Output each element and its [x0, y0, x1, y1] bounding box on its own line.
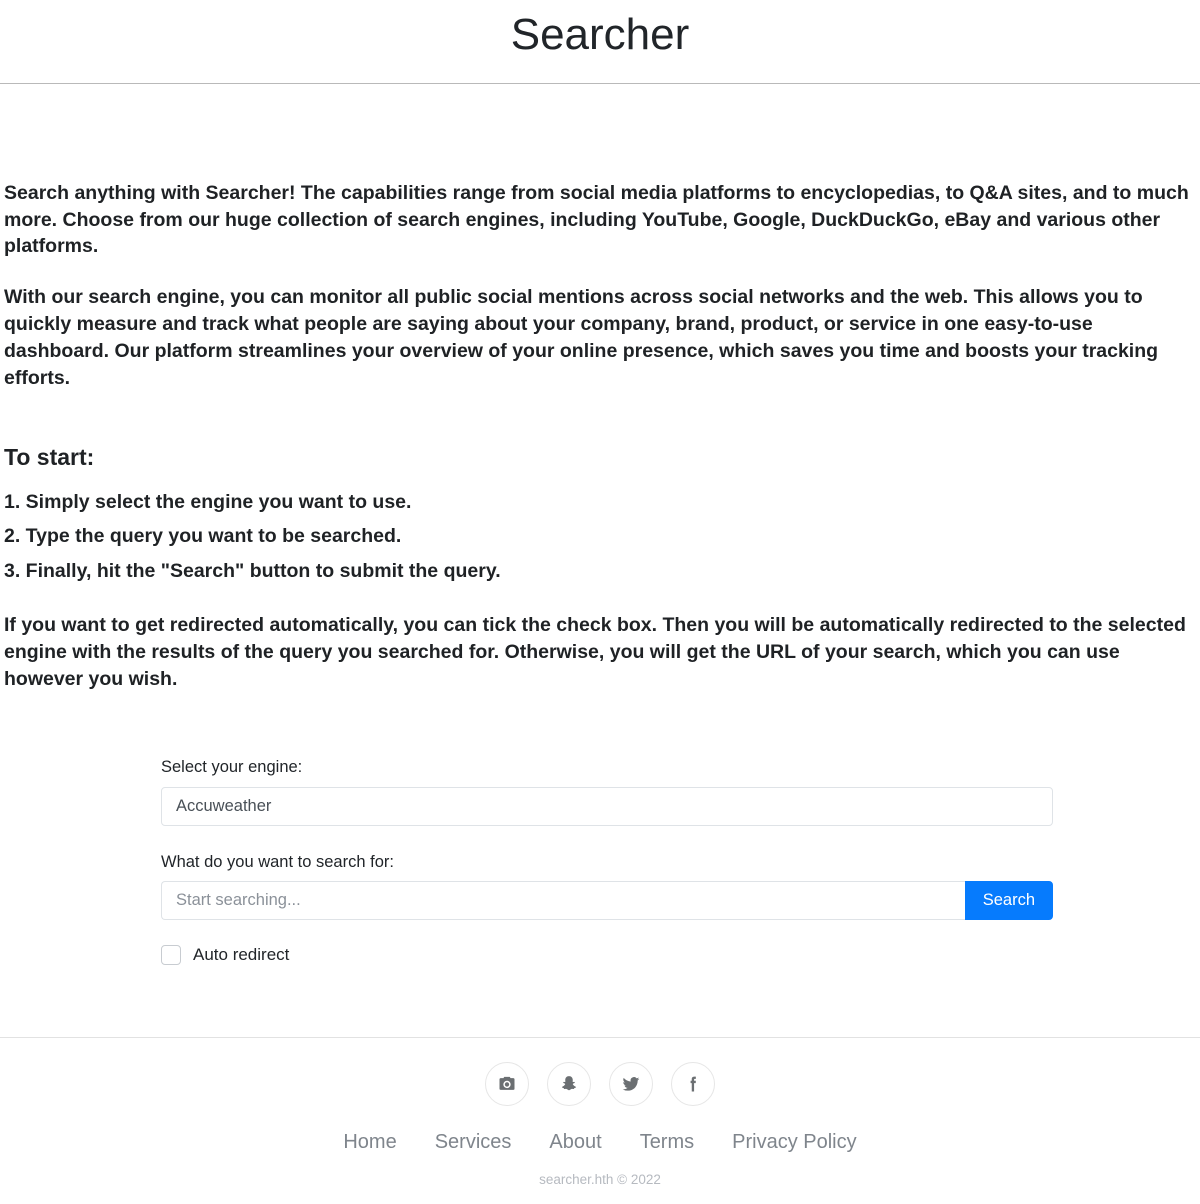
intro-paragraph-2: With our search engine, you can monitor …	[4, 286, 1159, 390]
search-button[interactable]: Search	[964, 880, 1053, 920]
intro-paragraph-1: Search anything with Searcher! The capab…	[4, 181, 1189, 258]
instructions-steps: 1. Simply select the engine you want to …	[4, 490, 1196, 585]
list-item: 1. Simply select the engine you want to …	[4, 490, 412, 513]
auto-redirect-row: Auto redirect	[161, 944, 1053, 966]
instructions-note: If you want to get redirected automatica…	[4, 614, 1186, 691]
instructions-heading: To start:	[4, 443, 95, 470]
page-footer: Home Services About Terms Privacy Policy…	[0, 1037, 1200, 1188]
footer-divider	[0, 1037, 1200, 1039]
search-input[interactable]	[161, 880, 965, 920]
footer-link-home[interactable]: Home	[343, 1130, 396, 1154]
query-input-row: Search	[161, 880, 1053, 920]
search-form: Select your engine: Accuweather What do …	[161, 757, 1053, 966]
instructions-section: To start: 1. Simply select the engine yo…	[4, 444, 1196, 693]
intro-section: Search anything with Searcher! The capab…	[4, 180, 1196, 392]
engine-select[interactable]: Accuweather	[161, 786, 1053, 826]
snapchat-icon[interactable]	[547, 1062, 591, 1107]
twitter-icon[interactable]	[609, 1062, 653, 1107]
query-input-label: What do you want to search for:	[161, 852, 394, 871]
footer-link-privacy-policy[interactable]: Privacy Policy	[732, 1130, 856, 1154]
list-item: 2. Type the query you want to be searche…	[4, 525, 402, 548]
instagram-icon[interactable]	[485, 1062, 529, 1107]
list-item: 3. Finally, hit the "Search" button to s…	[4, 560, 501, 583]
page-title: Searcher	[510, 10, 690, 59]
facebook-icon[interactable]	[671, 1062, 715, 1107]
copyright-text: searcher.hth © 2022	[539, 1172, 661, 1188]
footer-nav: Home Services About Terms Privacy Policy	[0, 1130, 1200, 1154]
header-divider	[0, 82, 1200, 84]
footer-link-services[interactable]: Services	[435, 1130, 512, 1154]
main-content: Search anything with Searcher! The capab…	[0, 180, 1200, 966]
auto-redirect-checkbox[interactable]	[161, 945, 181, 966]
footer-link-terms[interactable]: Terms	[640, 1130, 694, 1154]
page-header: Searcher	[0, 0, 1200, 84]
social-links	[0, 1062, 1200, 1107]
engine-select-label: Select your engine:	[161, 758, 303, 777]
footer-link-about[interactable]: About	[549, 1130, 601, 1154]
auto-redirect-label: Auto redirect	[193, 944, 290, 964]
